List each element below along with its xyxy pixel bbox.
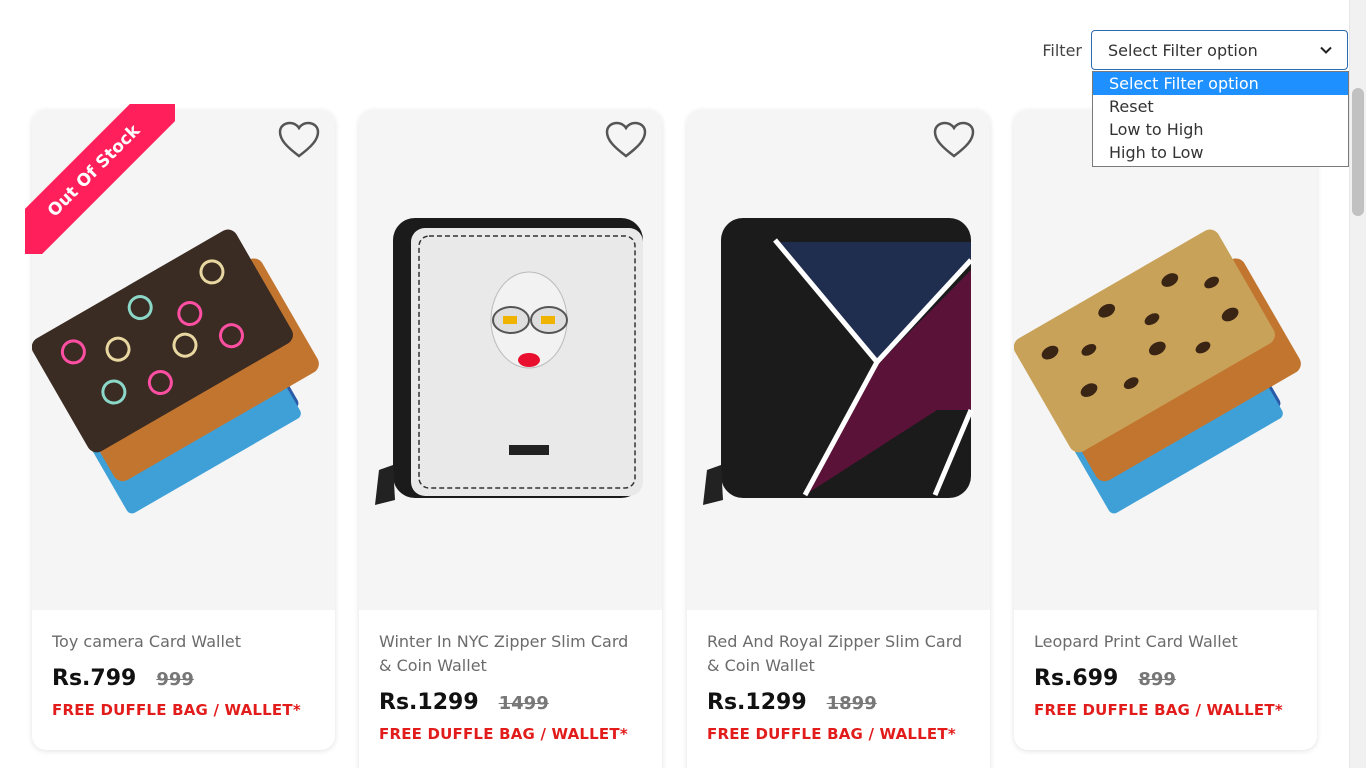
- product-mrp: 1899: [826, 693, 877, 714]
- product-card[interactable]: Leopard Print Card Wallet Rs.699 899 FRE…: [1014, 110, 1317, 750]
- filter-option-select[interactable]: Select Filter option: [1093, 72, 1348, 95]
- filter-label: Filter: [1042, 40, 1082, 60]
- filter-select[interactable]: Select Filter option: [1091, 30, 1348, 70]
- product-price: Rs.799: [52, 666, 137, 691]
- offer-text: FREE DUFFLE BAG / WALLET*: [52, 701, 301, 719]
- filter-option-high-to-low[interactable]: High to Low: [1093, 141, 1348, 164]
- product-mrp: 899: [1138, 669, 1176, 690]
- product-title[interactable]: Toy camera Card Wallet: [52, 630, 315, 654]
- zipper-wallet-image: [703, 218, 974, 505]
- product-card[interactable]: Winter In NYC Zipper Slim Card & Coin Wa…: [359, 110, 662, 768]
- scrollbar-thumb[interactable]: [1352, 88, 1364, 216]
- zipper-wallet-image: [375, 218, 643, 505]
- offer-text: FREE DUFFLE BAG / WALLET*: [1034, 701, 1283, 719]
- product-card[interactable]: Red And Royal Zipper Slim Card & Coin Wa…: [687, 110, 990, 768]
- filter-selected-value: Select Filter option: [1108, 40, 1258, 60]
- price-row: Rs.799 999: [52, 666, 315, 691]
- product-image[interactable]: [32, 110, 335, 610]
- product-image[interactable]: [359, 110, 662, 610]
- heart-icon[interactable]: [277, 120, 321, 160]
- chevron-down-icon: [1320, 46, 1332, 54]
- card-wallet-image: [1014, 229, 1301, 514]
- product-title[interactable]: Red And Royal Zipper Slim Card & Coin Wa…: [707, 630, 970, 678]
- product-price: Rs.1299: [379, 690, 479, 715]
- product-card[interactable]: Toy camera Card Wallet Rs.799 999 FREE D…: [32, 110, 335, 750]
- price-row: Rs.1299 1499: [379, 690, 642, 715]
- price-row: Rs.699 899: [1034, 666, 1297, 691]
- filter-dropdown: Select Filter option Reset Low to High H…: [1092, 71, 1349, 167]
- product-price: Rs.699: [1034, 666, 1119, 691]
- product-info: Toy camera Card Wallet Rs.799 999 FREE D…: [32, 610, 335, 719]
- product-title[interactable]: Winter In NYC Zipper Slim Card & Coin Wa…: [379, 630, 642, 678]
- product-image[interactable]: [1014, 110, 1317, 610]
- offer-text: FREE DUFFLE BAG / WALLET*: [379, 725, 628, 743]
- product-info: Leopard Print Card Wallet Rs.699 899 FRE…: [1014, 610, 1317, 719]
- heart-icon[interactable]: [604, 120, 648, 160]
- heart-icon[interactable]: [932, 120, 976, 160]
- product-image[interactable]: [687, 110, 990, 610]
- product-mrp: 999: [156, 669, 194, 690]
- filter-bar: Filter Select Filter option: [1042, 30, 1348, 70]
- product-info: Red And Royal Zipper Slim Card & Coin Wa…: [687, 610, 990, 743]
- card-wallet-image: [32, 229, 319, 514]
- filter-option-low-to-high[interactable]: Low to High: [1093, 118, 1348, 141]
- price-row: Rs.1299 1899: [707, 690, 970, 715]
- offer-text: FREE DUFFLE BAG / WALLET*: [707, 725, 956, 743]
- filter-option-reset[interactable]: Reset: [1093, 95, 1348, 118]
- product-info: Winter In NYC Zipper Slim Card & Coin Wa…: [359, 610, 662, 743]
- product-title[interactable]: Leopard Print Card Wallet: [1034, 630, 1297, 654]
- product-price: Rs.1299: [707, 690, 807, 715]
- product-mrp: 1499: [498, 693, 549, 714]
